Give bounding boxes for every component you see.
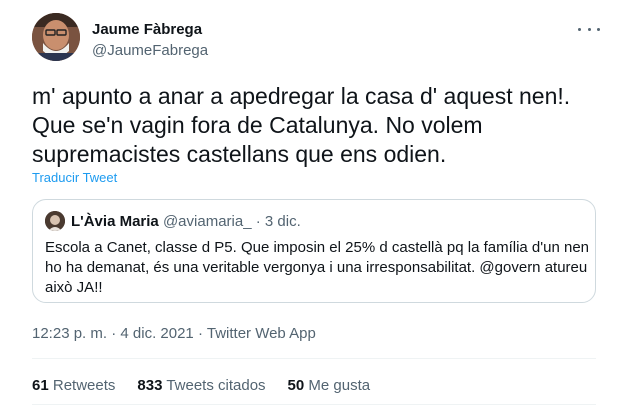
divider: [32, 358, 596, 359]
author-avatar[interactable]: [32, 13, 80, 61]
tweet-line: m' apunto a anar a apedregar la casa d' …: [32, 83, 571, 109]
quoted-author-name: L'Àvia Maria: [71, 213, 159, 230]
quote-tweets-stat[interactable]: 833 Tweets citados: [137, 377, 265, 394]
tweet-date[interactable]: 4 dic. 2021: [120, 325, 193, 342]
more-horizontal-icon[interactable]: [578, 22, 600, 36]
tweet-text: m' apunto a anar a apedregar la casa d' …: [32, 82, 592, 169]
author-handle[interactable]: @JaumeFabrega: [92, 42, 208, 59]
likes-stat[interactable]: 50 Me gusta: [288, 377, 371, 394]
likes-label: Me gusta: [308, 377, 371, 394]
quoted-line: ho ha demanat, és una veritable vergonya…: [45, 259, 588, 276]
quoted-header: L'Àvia Maria @aviamaria_ · 3 dic.: [71, 213, 301, 230]
tweet-line: supremacistes castellans que ens odien.: [32, 141, 447, 167]
quoted-author-handle: @aviamaria_: [162, 213, 252, 230]
quoted-tweet[interactable]: L'Àvia Maria @aviamaria_ · 3 dic. Escola…: [32, 199, 596, 303]
retweets-count: 61: [32, 377, 49, 394]
quoted-text: Escola a Canet, classe d P5. Que imposin…: [45, 238, 590, 298]
divider: [32, 404, 596, 405]
author-name[interactable]: Jaume Fàbrega: [92, 21, 202, 38]
quoted-separator: ·: [255, 213, 261, 230]
quote-tweets-label: Tweets citados: [166, 377, 266, 394]
quote-tweets-count: 833: [137, 377, 163, 394]
tweet-source[interactable]: Twitter Web App: [207, 325, 316, 342]
meta-separator: ·: [197, 325, 203, 342]
translate-tweet-link[interactable]: Traducir Tweet: [32, 170, 117, 185]
tweet-stats: 61 Retweets 833 Tweets citados 50 Me gus…: [32, 377, 392, 394]
meta-separator: ·: [111, 325, 117, 342]
tweet-line: Que se'n vagin fora de Catalunya. No vol…: [32, 112, 483, 138]
likes-count: 50: [287, 377, 305, 394]
quoted-date: 3 dic.: [264, 213, 301, 230]
quoted-line: Escola a Canet, classe d P5. Que imposin…: [45, 239, 590, 256]
tweet-time[interactable]: 12:23 p. m.: [32, 325, 107, 342]
quoted-line: això JA!!: [45, 279, 103, 296]
retweets-stat[interactable]: 61 Retweets: [32, 377, 115, 394]
quoted-author-avatar: [45, 211, 65, 231]
retweets-label: Retweets: [52, 377, 116, 394]
tweet-meta: 12:23 p. m. · 4 dic. 2021 · Twitter Web …: [32, 325, 316, 342]
